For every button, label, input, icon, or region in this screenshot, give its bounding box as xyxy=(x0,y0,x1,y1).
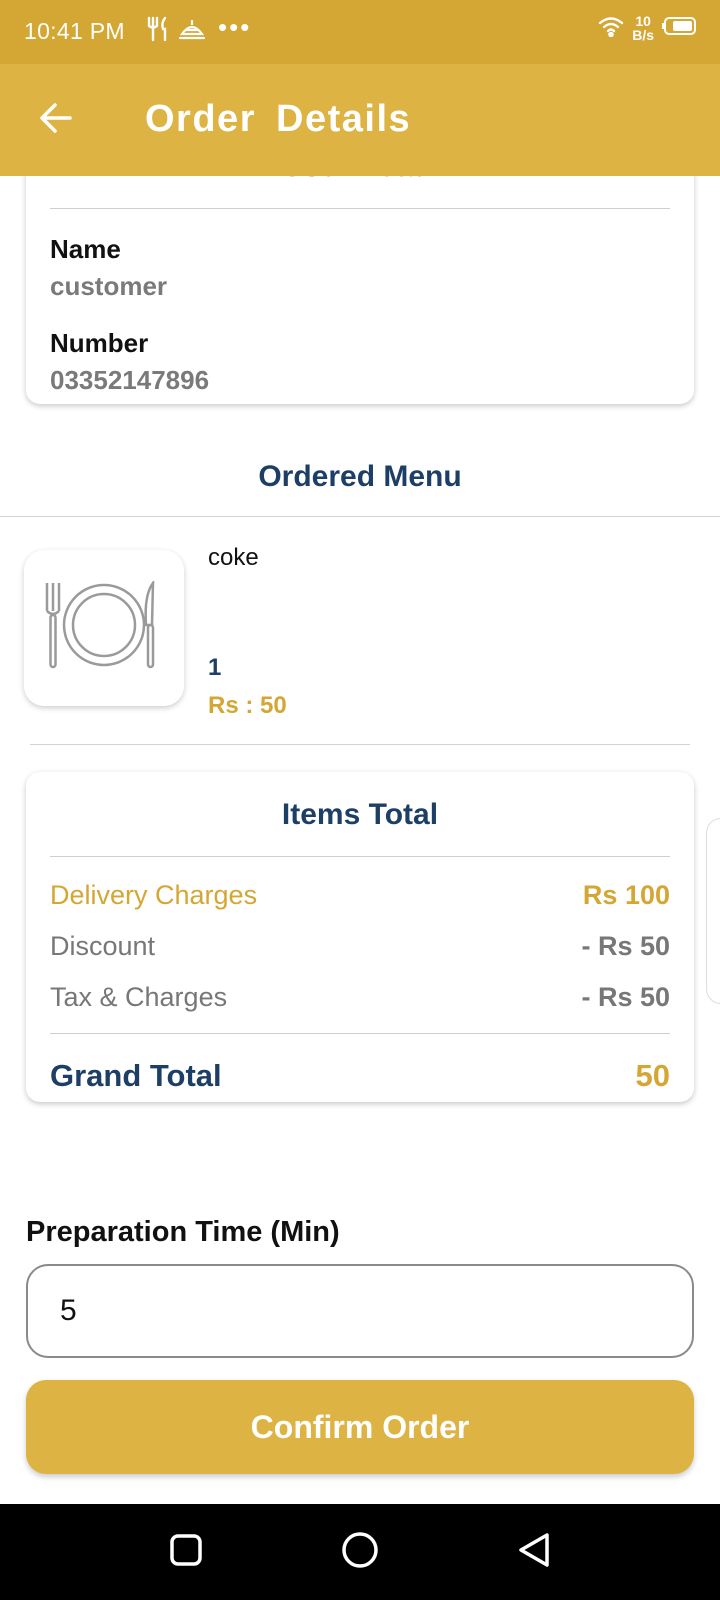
back-nav-button[interactable] xyxy=(510,1528,558,1576)
divider xyxy=(50,856,670,857)
plate-cutlery-icon xyxy=(41,578,167,676)
delivery-charges-value: Rs 100 xyxy=(582,880,670,910)
status-right-icons: 10 B/s xyxy=(598,14,698,42)
status-bar: 10:41 PM ••• 10 B/s xyxy=(0,0,720,64)
discount-value: - Rs 50 xyxy=(581,931,670,961)
tax-charges-value: - Rs 50 xyxy=(581,982,670,1012)
net-speed: 10 B/s xyxy=(632,14,654,42)
triangle-back-icon xyxy=(516,1531,552,1574)
tax-charges-label: Tax & Charges xyxy=(50,982,228,1012)
name-label: Name xyxy=(50,234,121,264)
divider xyxy=(30,744,690,745)
delivery-charges-label: Delivery Charges xyxy=(50,880,258,910)
notification-icons xyxy=(146,16,206,47)
divider xyxy=(50,1033,670,1034)
user-detail-heading: User Detail xyxy=(26,176,694,184)
battery-icon xyxy=(662,16,698,41)
item-thumbnail[interactable] xyxy=(24,550,184,706)
preparation-time-input[interactable] xyxy=(26,1264,694,1358)
recents-button[interactable] xyxy=(162,1528,210,1576)
arrow-back-icon xyxy=(38,100,74,141)
back-button[interactable] xyxy=(30,94,82,146)
number-label: Number xyxy=(50,328,149,358)
home-button[interactable] xyxy=(336,1528,384,1576)
grand-total-row: Grand Total 50 xyxy=(50,1058,670,1094)
page-title: Order Details xyxy=(145,98,412,140)
restaurant-icon xyxy=(146,16,170,47)
circle-icon xyxy=(341,1531,379,1574)
user-detail-card: User Detail Name customer Number 0335214… xyxy=(26,176,694,404)
app-bar: Order Details xyxy=(0,64,720,176)
confirm-order-button[interactable]: Confirm Order xyxy=(26,1380,694,1474)
system-navigation-bar xyxy=(0,1504,720,1600)
square-icon xyxy=(169,1533,203,1572)
name-value: customer xyxy=(50,271,168,301)
discount-row: Discount - Rs 50 xyxy=(50,931,670,962)
food-tray-icon xyxy=(178,16,206,47)
wifi-icon xyxy=(598,15,624,42)
delivery-charges-row: Delivery Charges Rs 100 xyxy=(50,880,670,911)
side-card-edge xyxy=(706,818,720,1004)
divider xyxy=(50,208,670,209)
grand-total-value: 50 xyxy=(635,1058,670,1093)
item-price: Rs : 50 xyxy=(208,692,287,719)
preparation-time-label: Preparation Time (Min) xyxy=(26,1216,340,1248)
net-speed-value: 10 xyxy=(635,13,651,29)
number-value: 03352147896 xyxy=(50,365,210,395)
net-speed-unit: B/s xyxy=(632,27,654,43)
status-time: 10:41 PM xyxy=(24,18,125,44)
divider xyxy=(0,516,720,517)
items-total-card: Items Total Delivery Charges Rs 100 Disc… xyxy=(26,772,694,1102)
ordered-menu-heading: Ordered Menu xyxy=(258,460,462,493)
items-total-heading: Items Total xyxy=(281,798,439,831)
more-notifications-icon: ••• xyxy=(218,12,252,42)
item-name: coke xyxy=(208,544,259,571)
order-details-content[interactable]: User Detail Name customer Number 0335214… xyxy=(0,176,720,1504)
grand-total-label: Grand Total xyxy=(50,1058,222,1093)
item-quantity: 1 xyxy=(208,654,222,681)
tax-charges-row: Tax & Charges - Rs 50 xyxy=(50,982,670,1013)
discount-label: Discount xyxy=(50,931,156,961)
